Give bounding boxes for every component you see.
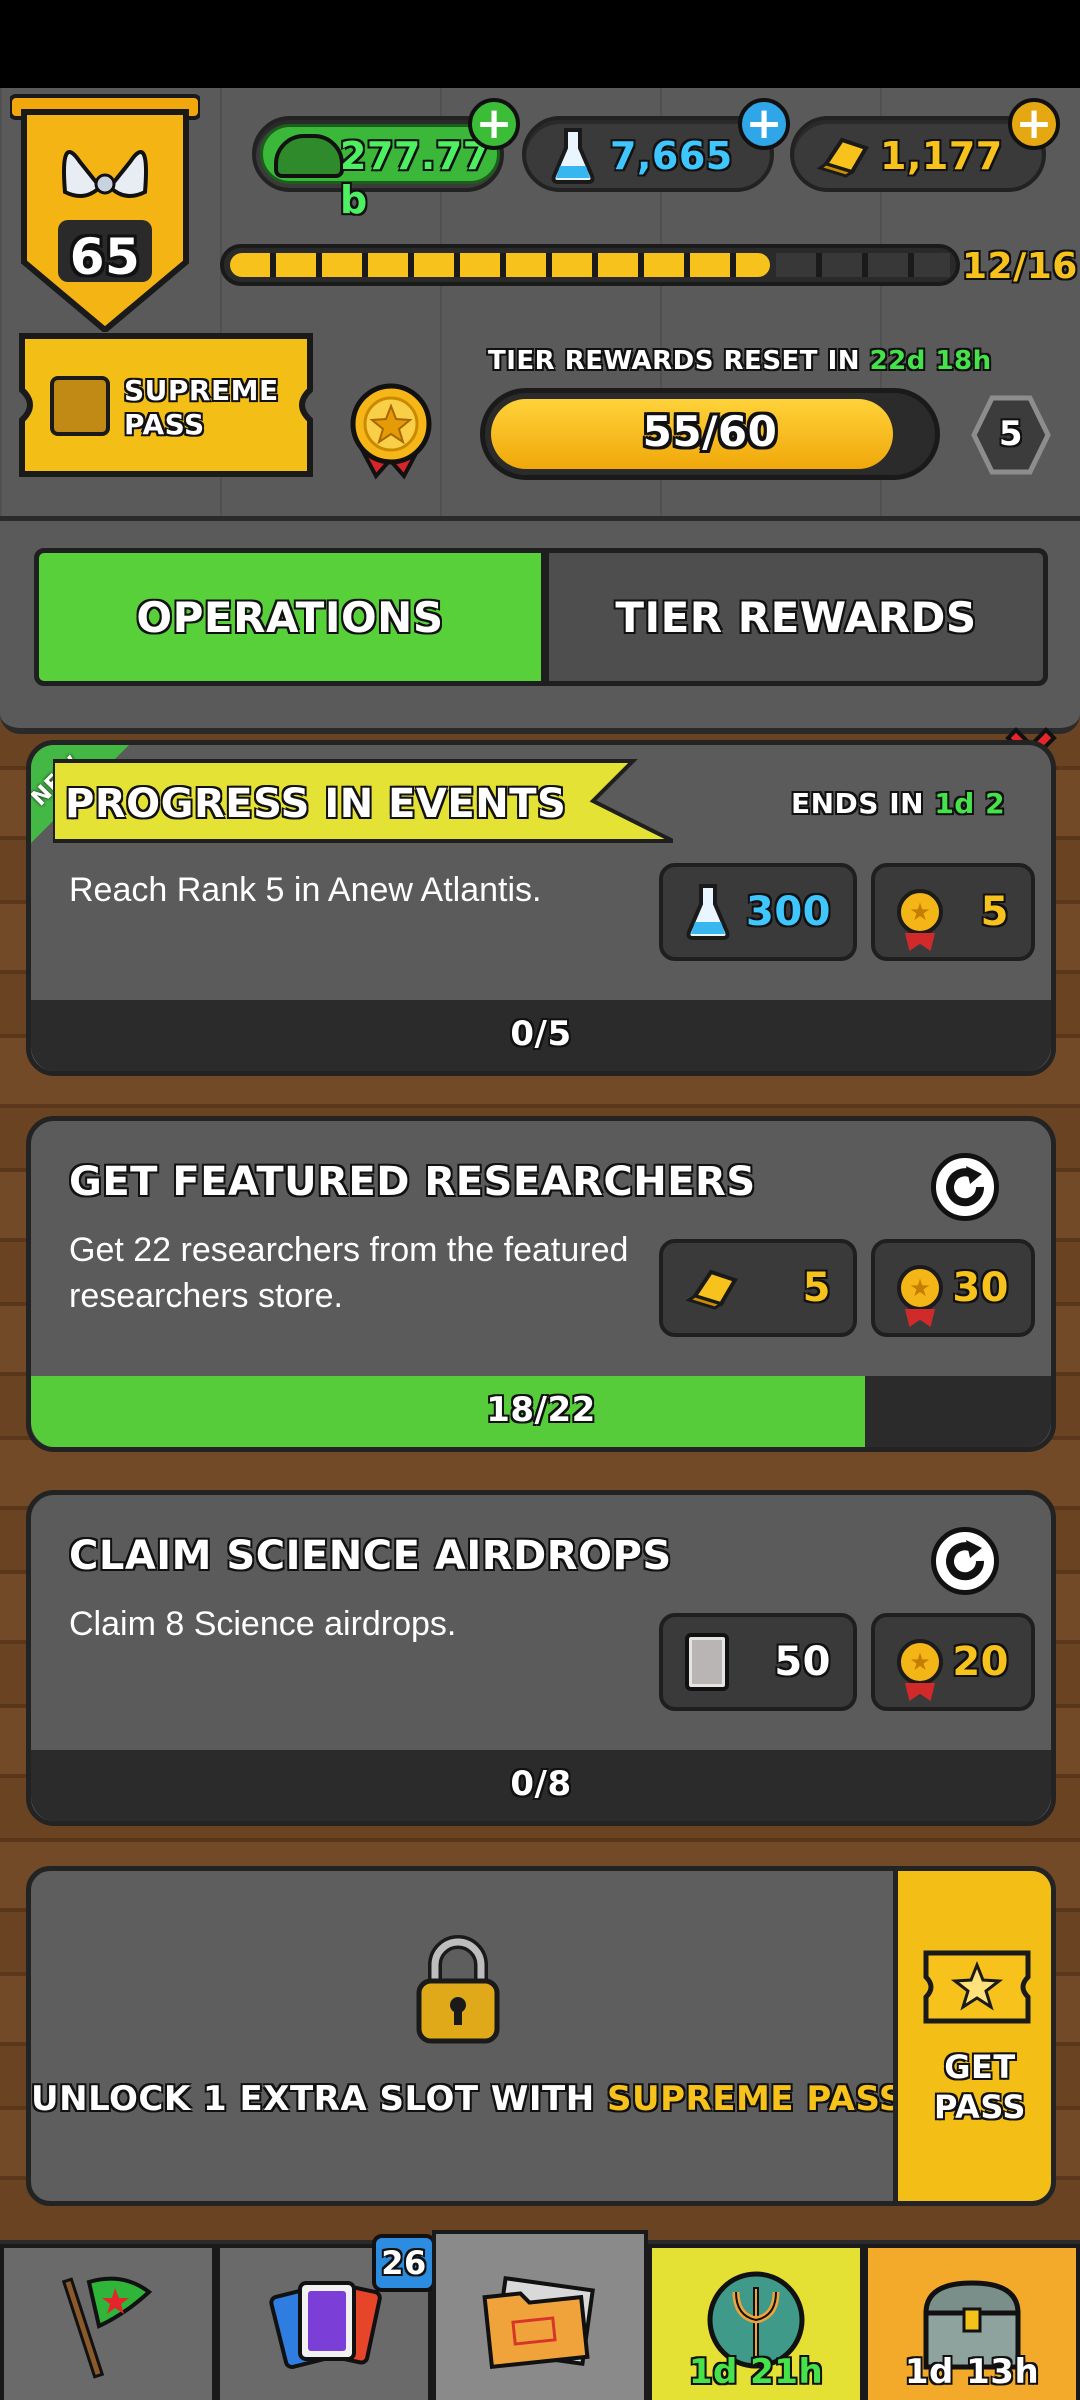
operation-progress-bar: 18/22 — [31, 1376, 1051, 1447]
status-bar — [0, 0, 1080, 88]
science-currency-value: 7,665 — [610, 134, 733, 178]
tab-tier-rewards-label: TIER REWARDS — [615, 592, 977, 642]
reward-card: 50 — [659, 1613, 857, 1711]
gold-bar-icon — [816, 137, 869, 178]
supreme-pass-ticket[interactable]: SUPREME PASS — [16, 330, 316, 480]
tier-level-badge: 5 — [970, 394, 1052, 476]
pass-ticket-icon — [922, 1949, 1032, 2025]
medal-icon: ★ — [897, 889, 943, 935]
get-pass-button[interactable]: GET PASS — [893, 1871, 1051, 2201]
locked-slot-panel: UNLOCK 1 EXTRA SLOT WITH SUPREME PASS GE… — [26, 1866, 1056, 2206]
tier-medal-icon — [346, 380, 436, 480]
card-icon — [685, 1633, 729, 1691]
unlock-slot-text: UNLOCK 1 EXTRA SLOT WITH SUPREME PASS — [31, 2079, 904, 2119]
cards-icon — [269, 2281, 382, 2369]
operation-progress-bar: 0/8 — [31, 1750, 1051, 1821]
operation-card-get-featured-researchers: GET FEATURED RESEARCHERS Get 22 research… — [26, 1116, 1056, 1452]
operation-ends-label: ENDS IN 1d 2 — [791, 787, 1006, 820]
operation-title: CLAIM SCIENCE AIRDROPS — [69, 1533, 672, 1579]
reward-gold: 5 — [659, 1239, 857, 1337]
operation-card-progress-in-events: NEW PROGRESS IN EVENTS ENDS IN 1d 2 Reac… — [26, 740, 1056, 1076]
operation-card-claim-science-airdrops: CLAIM SCIENCE AIRDROPS Claim 8 Science a… — [26, 1490, 1056, 1826]
cards-badge: 26 — [372, 2234, 436, 2292]
reward-value: 5 — [802, 1265, 831, 1311]
xp-progress-bar — [220, 244, 960, 286]
flask-icon — [686, 884, 730, 940]
medal-icon: ★ — [897, 1639, 943, 1685]
tab-tier-rewards[interactable]: TIER REWARDS — [544, 548, 1048, 686]
get-pass-label: GET PASS — [934, 2048, 1026, 2126]
army-currency-pill: 277.77 b — [252, 116, 504, 222]
tier-progress-bar: 55/60 — [480, 388, 940, 480]
nav-missions[interactable] — [0, 2244, 216, 2400]
tier-level-text: 5 — [998, 414, 1024, 454]
treasure-timer: 1d 13h — [904, 2352, 1040, 2392]
operation-progress-bar: 0/5 — [31, 1000, 1051, 1071]
level-banner[interactable]: 65 — [8, 92, 202, 334]
folder-icon — [482, 2275, 595, 2370]
operation-description: Get 22 researchers from the featured res… — [69, 1231, 629, 1315]
player-level: 65 — [69, 228, 141, 286]
operation-progress-text: 18/22 — [486, 1390, 596, 1430]
supreme-pass-highlight: SUPREME PASS — [607, 2079, 904, 2119]
reward-medal: ★ 30 — [871, 1239, 1035, 1337]
operation-title: PROGRESS IN EVENTS — [65, 781, 567, 827]
operation-progress-text: 0/8 — [510, 1764, 572, 1804]
operation-description: Claim 8 Science airdrops. — [69, 1605, 457, 1643]
gold-bar-icon — [685, 1269, 738, 1310]
reward-medal: ★ 20 — [871, 1613, 1035, 1711]
reward-value: 20 — [952, 1639, 1009, 1685]
tab-operations-label: OPERATIONS — [136, 592, 444, 642]
add-gold-button[interactable]: + — [1008, 98, 1060, 150]
atlantis-timer: 1d 21h — [688, 2352, 824, 2392]
operation-title: GET FEATURED RESEARCHERS — [69, 1159, 756, 1205]
nav-operations[interactable] — [432, 2230, 648, 2400]
tier-progress-text: 55/60 — [642, 407, 778, 456]
refresh-button[interactable] — [931, 1527, 999, 1595]
reward-value: 5 — [980, 889, 1009, 935]
science-currency-pill: 7,665 — [522, 116, 774, 192]
xp-progress-text: 12/16 — [962, 246, 1078, 287]
reward-science: 300 — [659, 863, 857, 961]
add-army-button[interactable]: + — [468, 98, 520, 150]
flask-icon — [551, 128, 595, 184]
supreme-pass-label: SUPREME PASS — [124, 374, 279, 441]
army-cap-icon — [274, 134, 344, 178]
add-science-button[interactable]: + — [738, 98, 790, 150]
tier-reset-timer: 22d 18h — [869, 346, 992, 376]
gold-currency-value: 1,177 — [880, 134, 1003, 178]
reward-value: 30 — [952, 1265, 1009, 1311]
operation-ends-timer: 1d 2 — [934, 787, 1006, 820]
operation-progress-text: 0/5 — [510, 1014, 572, 1054]
tab-operations[interactable]: OPERATIONS — [34, 548, 546, 686]
reward-value: 50 — [774, 1639, 831, 1685]
padlock-icon — [413, 1935, 503, 2045]
reward-medal: ★ 5 — [871, 863, 1035, 961]
tier-reset-label: TIER REWARDS RESET IN 22d 18h — [488, 346, 992, 376]
flag-icon — [61, 2276, 153, 2379]
medal-icon: ★ — [897, 1265, 943, 1311]
reward-value: 300 — [746, 889, 831, 935]
refresh-button[interactable] — [931, 1153, 999, 1221]
operation-description: Reach Rank 5 in Anew Atlantis. — [69, 871, 542, 909]
